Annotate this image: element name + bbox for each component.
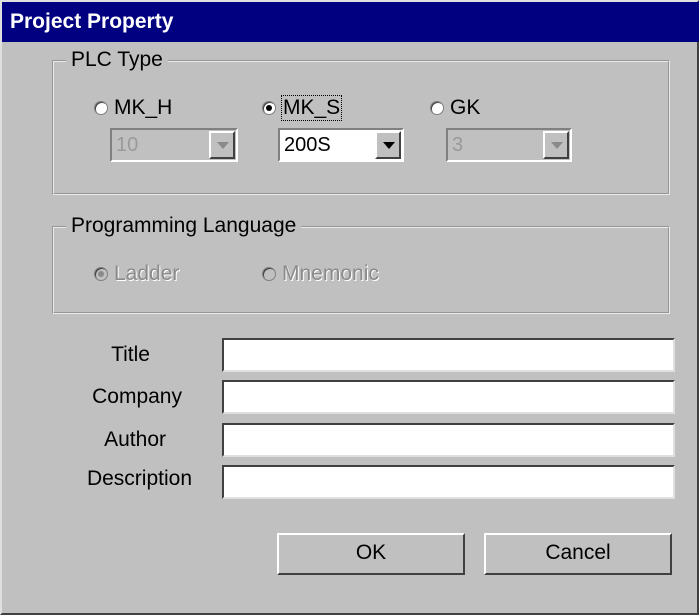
gk-model-value: 3 [452, 134, 464, 156]
mk-s-model-combo[interactable]: 200S [278, 128, 404, 162]
radio-mnemonic-circle[interactable] [262, 267, 276, 281]
radio-gk-circle[interactable] [430, 101, 444, 115]
programming-language-legend: Programming Language [66, 214, 302, 238]
radio-ladder-circle[interactable] [94, 267, 108, 281]
project-property-dialog: Project Property PLC Type MK_H MK_S GK 1… [0, 0, 699, 615]
radio-mk-s-circle[interactable] [262, 101, 276, 115]
title-input[interactable] [222, 338, 675, 372]
radio-mnemonic[interactable]: Mnemonic [262, 262, 379, 286]
ok-button[interactable]: OK [277, 533, 465, 575]
radio-mk-h-circle[interactable] [94, 101, 108, 115]
description-input[interactable] [222, 465, 675, 499]
mk-h-model-combo[interactable]: 10 [110, 128, 238, 162]
gk-dropdown-arrow-icon[interactable] [543, 131, 569, 159]
author-input[interactable] [222, 423, 675, 457]
company-label: Company [92, 385, 182, 408]
mk-s-model-value: 200S [284, 134, 331, 156]
mk-h-dropdown-arrow-icon[interactable] [209, 131, 235, 159]
radio-mnemonic-label: Mnemonic [282, 262, 379, 285]
radio-ladder[interactable]: Ladder [94, 262, 179, 286]
radio-mk-s[interactable]: MK_S [262, 95, 343, 121]
plc-type-legend: PLC Type [66, 48, 168, 72]
plc-type-group: PLC Type MK_H MK_S GK 10 200S 3 [52, 48, 670, 195]
mk-s-dropdown-arrow-icon[interactable] [375, 131, 401, 159]
cancel-button[interactable]: Cancel [484, 533, 672, 575]
radio-gk-label: GK [450, 96, 481, 119]
radio-mk-h-label: MK_H [114, 96, 173, 119]
title-label: Title [111, 343, 150, 366]
programming-language-group: Programming Language Ladder Mnemonic [52, 214, 670, 314]
company-input[interactable] [222, 380, 675, 414]
radio-gk[interactable]: GK [430, 96, 480, 120]
dialog-title: Project Property [2, 2, 699, 42]
gk-model-combo[interactable]: 3 [446, 128, 572, 162]
mk-h-model-value: 10 [116, 134, 139, 156]
author-label: Author [104, 428, 166, 451]
radio-mk-h[interactable]: MK_H [94, 96, 172, 120]
radio-ladder-label: Ladder [114, 262, 180, 285]
description-label: Description [86, 467, 192, 490]
radio-mk-s-label: MK_S [280, 95, 343, 121]
